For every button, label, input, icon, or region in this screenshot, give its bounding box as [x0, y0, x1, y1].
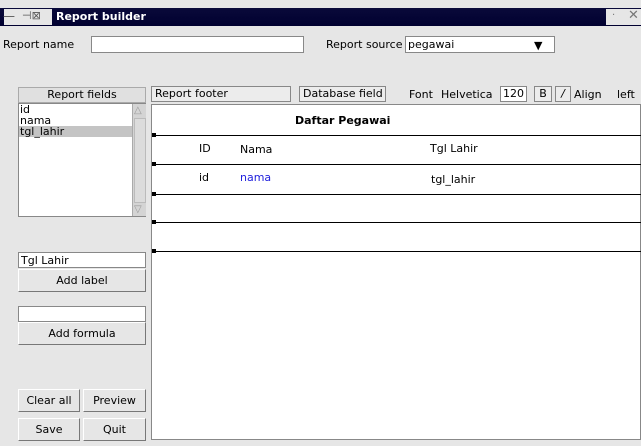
align-value[interactable]: left	[617, 88, 635, 101]
report-source-select[interactable]: pegawai ▼	[405, 36, 555, 53]
font-label: Font	[409, 88, 433, 101]
report-source-label: Report source	[326, 38, 403, 51]
pin-icon[interactable]: ⊣⊠	[22, 9, 41, 22]
report-title[interactable]: Daftar Pegawai	[295, 114, 390, 127]
report-section-selector[interactable]: Report footer	[151, 86, 291, 102]
band-separator	[152, 251, 641, 252]
field-id[interactable]: id	[199, 171, 209, 184]
report-fields-list[interactable]: id nama tgl_lahir △ ▽	[18, 103, 146, 217]
font-size-input[interactable]: 120	[500, 86, 527, 102]
header-id[interactable]: ID	[199, 142, 211, 155]
band-separator	[152, 194, 641, 195]
chevron-down-icon[interactable]: ▼	[534, 38, 542, 53]
add-label-button[interactable]: Add label	[18, 269, 146, 292]
header-tgl-lahir[interactable]: Tgl Lahir	[430, 142, 478, 155]
minimize-icon[interactable]: ·	[612, 10, 615, 21]
report-name-input[interactable]	[91, 36, 304, 53]
font-name[interactable]: Helvetica	[441, 88, 493, 101]
list-item[interactable]: tgl_lahir	[19, 126, 132, 137]
field-tgl-lahir[interactable]: tgl_lahir	[431, 173, 475, 186]
align-label: Align	[574, 88, 602, 101]
field-nama[interactable]: nama	[240, 171, 271, 184]
label-text-input[interactable]	[18, 252, 146, 268]
scroll-up-icon[interactable]: △	[134, 105, 142, 116]
close-icon[interactable]: ✕	[628, 8, 639, 23]
clear-all-button[interactable]: Clear all	[18, 389, 80, 412]
report-canvas[interactable]: Daftar Pegawai ID Nama Tgl Lahir id nama…	[151, 104, 641, 440]
field-type-selector[interactable]: Database field	[299, 86, 386, 102]
add-formula-button[interactable]: Add formula	[18, 322, 146, 345]
bold-button[interactable]: B	[534, 86, 552, 102]
report-fields-header: Report fields	[18, 87, 146, 103]
report-name-label: Report name	[3, 38, 75, 51]
window-title: Report builder	[56, 10, 146, 23]
window-menu-icon[interactable]: —	[3, 9, 15, 23]
band-separator	[152, 222, 641, 223]
band-separator	[152, 164, 641, 165]
preview-button[interactable]: Preview	[83, 389, 146, 412]
band-separator	[152, 135, 641, 136]
save-button[interactable]: Save	[18, 418, 80, 441]
italic-button[interactable]: /	[555, 86, 571, 102]
report-source-value: pegawai	[408, 38, 455, 51]
title-bar[interactable]: — ⊣⊠ Report builder · ✕	[0, 8, 641, 26]
formula-input[interactable]	[18, 306, 146, 322]
quit-button[interactable]: Quit	[83, 418, 146, 441]
header-nama[interactable]: Nama	[240, 143, 272, 156]
scroll-down-icon[interactable]: ▽	[134, 204, 142, 215]
scroll-thumb[interactable]	[134, 118, 146, 203]
fields-scrollbar[interactable]: △ ▽	[132, 104, 146, 216]
